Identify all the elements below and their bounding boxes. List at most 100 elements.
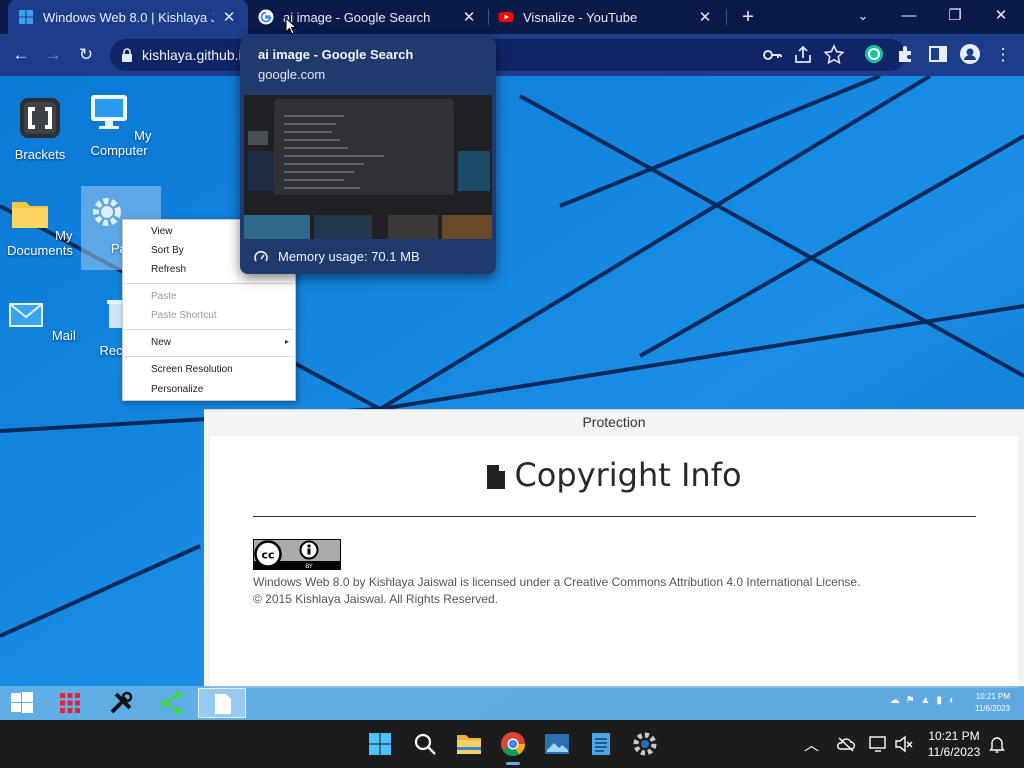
lock-icon	[122, 48, 132, 62]
submenu-arrow-icon: ▸	[284, 337, 289, 346]
volume-muted-icon[interactable]	[894, 734, 914, 754]
back-button[interactable]: ←	[8, 42, 34, 68]
tab-separator	[726, 9, 727, 25]
settings-button[interactable]	[629, 728, 661, 760]
menu-item-personalize[interactable]: Personalize	[151, 384, 203, 395]
document-icon	[215, 694, 231, 714]
flag-icon[interactable]: ⚑	[906, 695, 915, 706]
window-title: Protection	[582, 414, 646, 430]
tab-hover-card: ai image - Google Search google.com Memo…	[240, 37, 496, 274]
tab-title: Visnalize - YouTube	[523, 9, 638, 25]
menu-item-sort-by[interactable]: Sort By	[151, 245, 184, 256]
menu-divider	[125, 356, 293, 357]
new-tab-button[interactable]: +	[736, 6, 760, 28]
menu-item-screen-resolution[interactable]: Screen Resolution	[151, 364, 233, 375]
preview-image	[244, 95, 492, 239]
file-explorer-icon	[457, 735, 481, 754]
desktop-icon-my-computer[interactable]: My Computer	[79, 92, 159, 158]
menu-item-paste-shortcut[interactable]: Paste Shortcut	[151, 310, 217, 321]
close-window-button[interactable]: ✕	[978, 0, 1024, 34]
tab-youtube[interactable]: Visnalize - YouTube ✕	[488, 0, 724, 34]
memory-usage: Memory usage: 70.1 MB	[254, 249, 420, 264]
monitor-icon	[90, 95, 127, 129]
start-button[interactable]	[364, 728, 396, 760]
minimize-button[interactable]: —	[886, 0, 932, 34]
menu-item-refresh[interactable]: Refresh	[151, 264, 186, 275]
active-window-button[interactable]	[198, 688, 246, 718]
web-clock[interactable]: 10:21 PM 11/6/2023	[975, 691, 1010, 715]
address-bar[interactable]: kishlaya.github.i	[110, 39, 906, 71]
share-icon[interactable]	[159, 690, 185, 716]
kebab-menu-icon[interactable]: ⋮	[990, 42, 1016, 68]
tab-title: Windows Web 8.0 | Kishlaya Jaiswal	[43, 9, 214, 25]
folder-icon	[11, 202, 48, 228]
menu-divider	[125, 283, 293, 284]
notepad-icon	[592, 733, 610, 755]
menu-item-view[interactable]: View	[151, 226, 173, 237]
profile-avatar-icon[interactable]	[958, 42, 982, 66]
tab-windows-web[interactable]: Windows Web 8.0 | Kishlaya Jaiswal ✕	[8, 0, 248, 34]
mail-icon	[9, 303, 44, 327]
close-icon[interactable]: ✕	[460, 8, 478, 26]
side-panel-icon[interactable]	[926, 42, 950, 66]
desktop-icon-brackets[interactable]: Brackets	[0, 96, 80, 162]
speedometer-icon	[254, 250, 268, 261]
restore-button[interactable]: ❐	[932, 0, 978, 34]
network-monitor-icon[interactable]	[868, 734, 888, 754]
chrome-icon	[501, 732, 525, 757]
close-icon[interactable]: ✕	[220, 8, 238, 26]
photos-button[interactable]	[541, 728, 573, 760]
file-explorer-button[interactable]	[453, 728, 485, 760]
browser-tab-strip: Windows Web 8.0 | Kishlaya Jaiswal ✕ ai …	[0, 0, 1024, 34]
icon-label: Brackets	[14, 147, 66, 162]
notepad-button[interactable]	[585, 728, 617, 760]
notification-bell-icon[interactable]	[987, 734, 1007, 754]
desktop-icon-my-documents[interactable]: My Documents	[0, 192, 80, 258]
page-preview-thumbnail	[244, 95, 492, 239]
desktop-icon-mail[interactable]: Mail	[0, 292, 80, 343]
battery-icon[interactable]: ▮	[936, 695, 942, 706]
cc-by-license-badge[interactable]: cc BY	[253, 539, 341, 570]
tab-title: ai image - Google Search	[283, 9, 431, 25]
mouse-cursor-icon	[285, 17, 297, 35]
close-icon[interactable]: ✕	[696, 8, 714, 26]
chrome-button[interactable]	[497, 728, 529, 765]
signal-icon[interactable]: ▲	[921, 695, 931, 706]
windows-logo-icon[interactable]	[9, 690, 35, 716]
grammarly-extension-icon[interactable]	[862, 42, 886, 66]
divider-rule	[253, 516, 976, 517]
tab-google-search[interactable]: ai image - Google Search ✕	[248, 0, 488, 34]
speaker-icon[interactable]: ◖	[948, 695, 954, 706]
extensions-puzzle-icon[interactable]	[894, 42, 918, 66]
apps-grid-icon[interactable]	[57, 690, 83, 716]
forward-button[interactable]: →	[40, 42, 66, 68]
search-icon	[414, 733, 436, 755]
svg-text:cc: cc	[261, 549, 274, 562]
menu-divider	[125, 329, 293, 330]
document-icon	[487, 465, 506, 489]
windows-start-icon	[369, 733, 391, 755]
web-clock-date: 11/6/2023	[975, 704, 1010, 713]
hover-card-title: ai image - Google Search	[258, 47, 414, 62]
menu-item-paste[interactable]: Paste	[151, 291, 177, 302]
reload-button[interactable]: ↻	[73, 42, 99, 68]
badge-label: BY	[305, 563, 313, 570]
menu-item-new[interactable]: New	[151, 337, 171, 348]
web-tray-icons: ☁ ⚑ ▲ ▮ ◖	[890, 695, 954, 706]
onedrive-offline-icon[interactable]	[836, 734, 856, 754]
share-icon[interactable]	[791, 43, 815, 67]
google-g-icon	[258, 9, 274, 25]
chevron-up-icon[interactable]: ︿	[804, 734, 824, 754]
clock-date: 11/6/2023	[927, 745, 981, 759]
system-clock[interactable]: 10:21 PM 11/6/2023	[920, 728, 988, 760]
cloud-icon[interactable]: ☁	[890, 695, 900, 706]
photos-icon	[545, 734, 569, 754]
tools-icon[interactable]	[108, 690, 134, 716]
tab-search-chevron-icon[interactable]: ⌄	[840, 0, 886, 34]
key-icon[interactable]	[760, 43, 784, 67]
icon-label: Mail	[51, 328, 76, 343]
url-text: kishlaya.github.i	[142, 47, 242, 63]
brackets-icon	[20, 98, 60, 138]
search-button[interactable]	[409, 728, 441, 760]
star-bookmark-icon[interactable]	[822, 43, 846, 67]
